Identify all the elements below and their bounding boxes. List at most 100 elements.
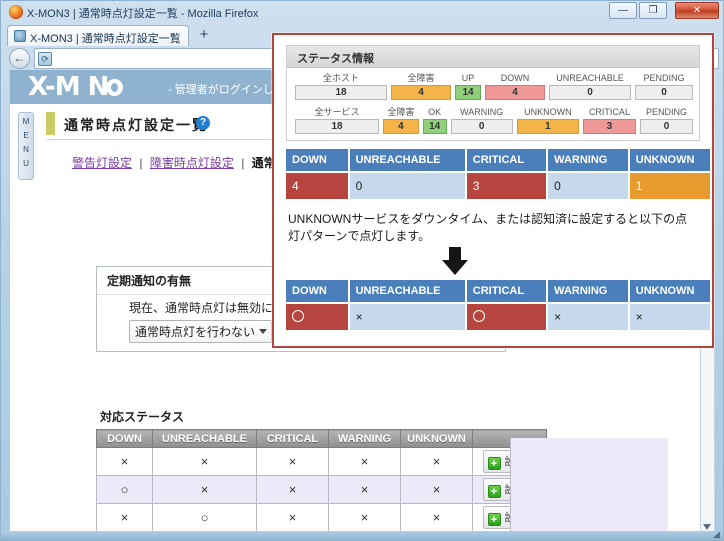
cross-icon: ×	[96, 447, 153, 476]
plus-icon: +	[487, 513, 501, 526]
notification-mode-value: 通常時点灯を行わない	[135, 325, 256, 339]
pattern-col-warning: WARNING	[548, 280, 628, 302]
pattern-value-4: ×	[629, 304, 710, 330]
host-status-value-4: 0	[549, 85, 631, 100]
pattern-col-down: DOWN	[286, 280, 348, 302]
host-status-label-2: UP	[461, 73, 475, 83]
scroll-down-arrow-icon[interactable]	[703, 524, 711, 530]
status-section-heading: 対応ステータス	[100, 410, 185, 424]
host-status-label-3: DOWN	[500, 73, 530, 83]
service-status-cell-6: PENDING 0	[638, 106, 695, 134]
app-logo: X-M N	[28, 72, 109, 102]
status-col-warning: WARNING	[328, 429, 401, 448]
counts-value-row: 40301	[286, 173, 710, 199]
back-button[interactable]: ←	[9, 48, 30, 69]
pattern-cross-icon-4: ×	[635, 310, 643, 324]
cross-icon: ×	[400, 503, 473, 532]
service-status-value-1: 4	[383, 119, 419, 134]
host-status-row: 全ホスト 18 全障害 4 UP 14 DOWN 4 UNREACHABLE 0 PENDING 0	[293, 72, 695, 100]
host-status-value-3: 4	[485, 85, 545, 100]
menu-letter-u: U	[23, 159, 29, 168]
table-background-fill	[510, 438, 668, 533]
notification-mode-select[interactable]: 通常時点灯を行わない	[129, 320, 273, 343]
maximize-button[interactable]: ❐	[639, 2, 667, 19]
pattern-value-row: × × ×	[286, 304, 710, 330]
breadcrumb-link-fault-light[interactable]: 障害時点灯設定	[150, 156, 234, 170]
service-status-row: 全サービス 18 全障害 4 OK 14 WARNING 0 UNKNOWN 1 CRITICAL 3…	[293, 106, 695, 134]
service-status-label-6: PENDING	[645, 107, 687, 117]
breadcrumb-sep-1: |	[139, 156, 143, 170]
service-status-cell-5: CRITICAL 3	[581, 106, 638, 134]
status-info-overlay: ステータス情報 全ホスト 18 全障害 4 UP 14 DOWN 4 UNREACHABLE 0 P…	[272, 33, 714, 348]
pattern-value-2	[466, 304, 547, 330]
pattern-col-unreachable: UNREACHABLE	[349, 280, 465, 302]
counts-col-unreachable: UNREACHABLE	[349, 149, 465, 171]
status-info-title: ステータス情報	[287, 46, 699, 68]
pattern-col-critical: CRITICAL	[466, 280, 547, 302]
host-status-cell-5: PENDING 0	[633, 72, 695, 100]
pattern-cross-icon-3: ×	[554, 310, 562, 324]
status-table: DOWN UNREACHABLE CRITICAL WARNING UNKNOWN × ×…	[96, 429, 547, 533]
minimize-button[interactable]: —	[609, 2, 637, 19]
browser-tab[interactable]: X-MON3 | 通常時点灯設定一覧	[7, 25, 189, 46]
cross-icon: ×	[328, 447, 401, 476]
chevron-down-icon	[259, 329, 268, 334]
circle-icon: ○	[96, 475, 153, 504]
cross-icon: ×	[328, 475, 401, 504]
plus-icon: +	[487, 457, 501, 470]
host-status-cell-1: 全障害 4	[389, 72, 453, 100]
service-status-value-4: 1	[516, 119, 579, 134]
cross-icon: ×	[256, 475, 329, 504]
pattern-header-row: DOWN UNREACHABLE CRITICAL WARNING UNKNOWN	[286, 280, 710, 302]
counts-header-row: DOWN UNREACHABLE CRITICAL WARNING UNKNOWN	[286, 149, 710, 171]
counts-value-4: 1	[629, 173, 710, 199]
cross-icon: ×	[96, 503, 153, 532]
pattern-circle-icon-2	[472, 310, 485, 322]
help-icon[interactable]: ?	[196, 116, 210, 130]
logo-eye-icon	[106, 79, 123, 96]
service-status-value-2: 14	[422, 119, 447, 134]
service-status-cell-3: WARNING 0	[449, 106, 515, 134]
host-status-value-0: 18	[295, 85, 387, 100]
cross-icon: ×	[256, 503, 329, 532]
host-status-value-2: 14	[455, 85, 481, 100]
counts-value-3: 0	[548, 173, 628, 199]
table-row: ×○×××+設定	[96, 503, 547, 532]
cross-icon: ×	[256, 447, 329, 476]
host-status-label-5: PENDING	[643, 73, 685, 83]
status-col-unreachable: UNREACHABLE	[152, 429, 257, 448]
breadcrumb-link-warning-light[interactable]: 警告灯設定	[72, 156, 132, 170]
new-tab-button[interactable]: +	[191, 26, 217, 45]
firefox-logo-icon	[9, 5, 23, 19]
pattern-table: DOWN UNREACHABLE CRITICAL WARNING UNKNOWN × ×…	[284, 278, 712, 332]
host-status-value-1: 4	[391, 85, 451, 100]
favicon-icon	[14, 30, 26, 42]
resize-grip[interactable]: ◢	[713, 530, 723, 539]
pattern-cross-icon-1: ×	[355, 310, 363, 324]
circle-icon: ○	[152, 503, 257, 532]
host-status-cell-3: DOWN 4	[483, 72, 547, 100]
pattern-circle-icon-0	[292, 310, 304, 322]
current-counts-table: DOWN UNREACHABLE CRITICAL WARNING UNKNOWN 40…	[284, 147, 712, 201]
service-status-label-0: 全サービス	[314, 107, 360, 117]
window-titlebar: X-MON3 | 通常時点灯設定一覧 - Mozilla Firefox — ❐…	[1, 1, 723, 23]
service-status-cell-2: OK 14	[421, 106, 449, 134]
cross-icon: ×	[328, 503, 401, 532]
service-status-value-3: 0	[450, 119, 513, 134]
reload-icon[interactable]: ⟳	[38, 52, 52, 66]
status-col-unknown: UNKNOWN	[400, 429, 473, 448]
cross-icon: ×	[152, 447, 257, 476]
status-info-card: ステータス情報 全ホスト 18 全障害 4 UP 14 DOWN 4 UNREACHABLE 0 P…	[286, 45, 700, 141]
service-status-label-3: WARNING	[460, 107, 504, 117]
close-button[interactable]: ✕	[675, 2, 719, 19]
service-status-value-5: 3	[582, 119, 636, 134]
cross-icon: ×	[400, 447, 473, 476]
table-row: ×××××+設定	[96, 447, 547, 476]
host-status-label-1: 全障害	[407, 73, 435, 83]
plus-icon: +	[487, 485, 501, 498]
menu-letter-m: M	[22, 117, 30, 126]
menu-side-tab[interactable]: M E N U	[18, 112, 34, 180]
service-status-value-0: 18	[295, 119, 380, 134]
status-table-body: ×××××+設定○××××+設定×○×××+設定○○×××+設定××○××+設定…	[96, 447, 547, 533]
counts-value-1: 0	[349, 173, 465, 199]
